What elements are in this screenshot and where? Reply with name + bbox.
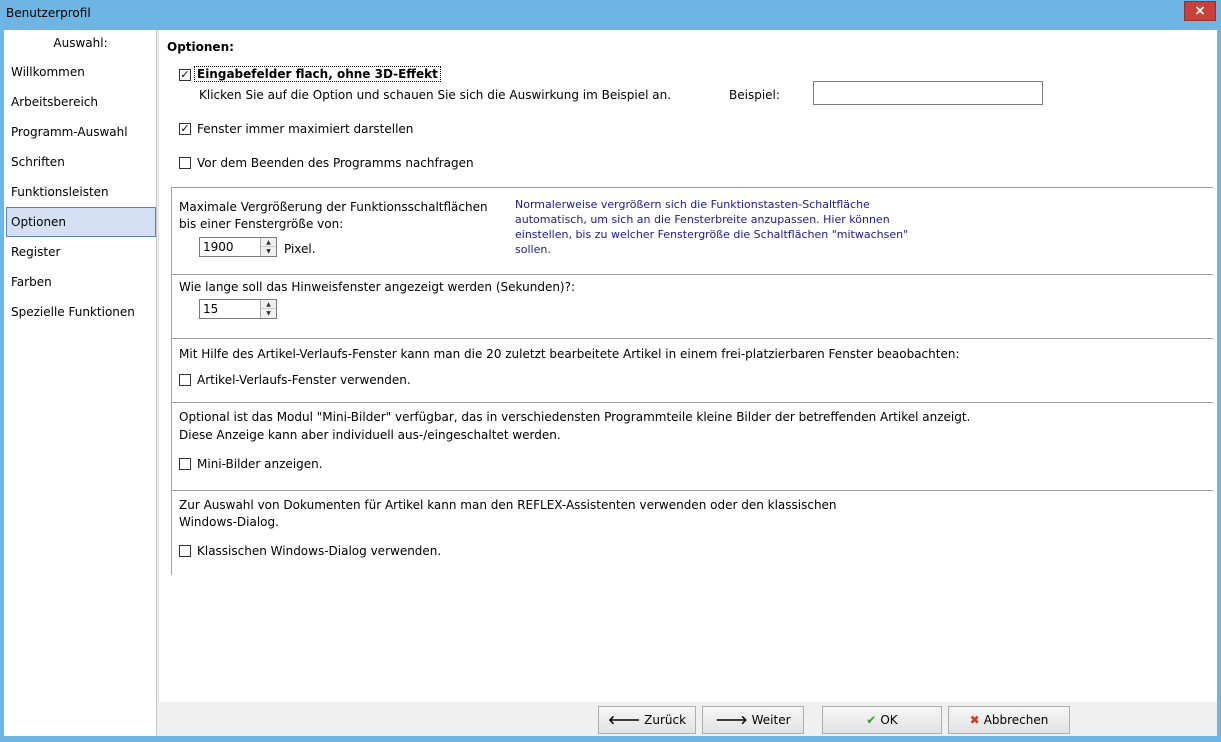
sidebar-item-schriften[interactable]: Schriften [6,147,156,177]
flat-fields-hint: Klicken Sie auf die Option und schauen S… [199,88,672,102]
back-button[interactable]: 🡐 Zurück [598,706,696,734]
sidebar-item-funktionsleisten[interactable]: Funktionsleisten [6,177,156,207]
divider [171,274,1213,275]
window-title: Benutzerprofil [6,6,91,20]
stepper-buttons: ▲ ▼ [260,300,276,318]
arrow-right-icon: 🡒 [715,713,748,727]
divider [171,490,172,575]
checkmark-icon: ✔ [866,713,877,727]
max-enlarge-text-1: Maximale Vergrößerung der Funktionsschal… [179,200,488,214]
stepper-up-icon[interactable]: ▲ [261,238,276,247]
divider [171,490,1213,491]
documents-text-1: Zur Auswahl von Dokumenten für Artikel k… [179,498,837,512]
next-button[interactable]: 🡒 Weiter [702,706,804,734]
sidebar-item-spezielle-funktionen[interactable]: Spezielle Funktionen [6,297,156,327]
stepper-up-icon[interactable]: ▲ [261,300,276,309]
page-title: Optionen: [167,40,234,54]
flat-fields-checkbox[interactable]: ✓ [179,69,191,81]
maximized-checkbox[interactable]: ✓ [179,123,191,135]
ok-button-label: OK [880,713,898,727]
documents-text-2: Windows-Dialog. [179,515,279,529]
divider [171,338,1213,339]
stepper-buttons: ▲ ▼ [260,238,276,256]
options-panel: Optionen: ✓ Eingabefelder flach, ohne 3D… [158,30,1217,702]
x-icon: ✖ [969,713,980,727]
divider [171,338,172,402]
title-bar[interactable]: Benutzerprofil × [0,0,1221,30]
divider [171,274,172,338]
next-button-label: Weiter [751,713,791,727]
tooltip-duration-value: 15 [203,302,219,316]
arrow-left-icon: 🡐 [607,713,641,727]
max-size-value: 1900 [203,240,234,254]
sidebar-item-programm-auswahl[interactable]: Programm-Auswahl [6,117,156,147]
cancel-button-label: Abbrechen [983,713,1049,727]
stepper-down-icon[interactable]: ▼ [261,247,276,256]
divider [171,187,172,275]
max-size-unit: Pixel. [284,242,316,256]
divider [171,187,1213,188]
footer: 🡐 Zurück 🡒 Weiter ✔ OK ✖ Abbrechen [158,702,1217,736]
mini-images-text-2: Diese Anzeige kann aber individuell aus-… [179,428,561,442]
sidebar-item-register[interactable]: Register [6,237,156,267]
example-label: Beispiel: [729,88,780,102]
app-window: Benutzerprofil × Auswahl: Willkommen Arb… [0,0,1221,742]
documents-checkbox[interactable] [179,545,191,557]
mini-images-label[interactable]: Mini-Bilder anzeigen. [197,457,323,471]
history-label[interactable]: Artikel-Verlaufs-Fenster verwenden. [197,373,411,387]
documents-label[interactable]: Klassischen Windows-Dialog verwenden. [197,544,441,558]
stepper-down-icon[interactable]: ▼ [261,309,276,318]
maximized-label[interactable]: Fenster immer maximiert darstellen [197,122,413,136]
sidebar-item-farben[interactable]: Farben [6,267,156,297]
max-size-stepper[interactable]: 1900 ▲ ▼ [199,237,277,257]
sidebar-item-willkommen[interactable]: Willkommen [6,57,156,87]
cancel-button[interactable]: ✖ Abbrechen [948,706,1070,734]
sidebar-item-optionen[interactable]: Optionen [6,207,156,237]
divider [171,402,172,490]
sidebar-item-arbeitsbereich[interactable]: Arbeitsbereich [6,87,156,117]
confirm-exit-label[interactable]: Vor dem Beenden des Programms nachfragen [197,156,474,170]
max-enlarge-text-2: bis einer Fenstergröße von: [179,217,344,231]
flat-fields-label[interactable]: Eingabefelder flach, ohne 3D-Effekt [194,66,441,82]
history-checkbox[interactable] [179,374,191,386]
mini-images-text-1: Optional ist das Modul "Mini-Bilder" ver… [179,410,971,424]
history-text: Mit Hilfe des Artikel-Verlaufs-Fenster k… [179,347,960,361]
sidebar: Auswahl: Willkommen Arbeitsbereich Progr… [4,30,157,736]
divider [171,402,1213,403]
ok-button[interactable]: ✔ OK [822,706,942,734]
example-field[interactable] [813,81,1043,105]
max-enlarge-info: Normalerweise vergrößern sich die Funkti… [515,198,909,256]
sidebar-header: Auswahl: [53,36,108,50]
tooltip-duration-label: Wie lange soll das Hinweisfenster angeze… [179,280,576,294]
mini-images-checkbox[interactable] [179,458,191,470]
close-button[interactable]: × [1184,1,1216,21]
dialog-client: Auswahl: Willkommen Arbeitsbereich Progr… [4,30,1217,736]
back-button-label: Zurück [644,713,687,727]
tooltip-duration-stepper[interactable]: 15 ▲ ▼ [199,299,277,319]
confirm-exit-checkbox[interactable] [179,157,191,169]
